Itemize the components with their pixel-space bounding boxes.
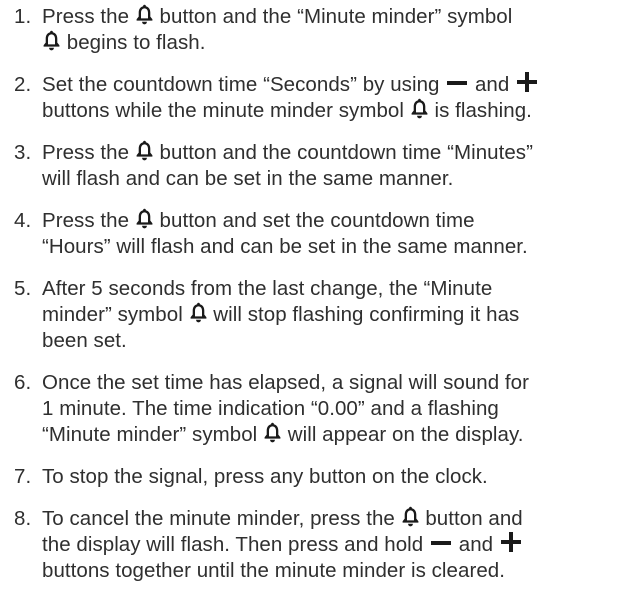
text-segment: button and the “Minute minder” symbol (153, 5, 513, 28)
text-segment: Press the (42, 209, 135, 232)
text-segment: buttons together until the minute minder… (42, 559, 505, 582)
step-1: 1. Press the button and the “Minute mind… (14, 4, 613, 56)
minute-minder-bell-icon (136, 4, 153, 25)
step-text: Set the countdown time “Seconds” by usin… (42, 72, 613, 124)
text-segment: After 5 seconds from the last change, th… (42, 277, 493, 300)
step-number: 6. (14, 371, 32, 394)
minus-icon (447, 81, 468, 85)
step-text: Once the set time has elapsed, a signal … (42, 370, 613, 448)
minute-minder-bell-icon (136, 208, 153, 229)
text-segment: been set. (42, 329, 127, 352)
step-number: 4. (14, 209, 32, 232)
minute-minder-bell-icon (411, 98, 428, 119)
text-segment: Press the (42, 5, 135, 28)
step-2: 2. Set the countdown time “Seconds” by u… (14, 72, 613, 124)
step-number: 5. (14, 277, 32, 300)
text-segment: button and set the countdown time (153, 209, 475, 232)
text-segment: button and (419, 507, 523, 530)
text-segment: To stop the signal, press any button on … (42, 465, 488, 488)
step-number: 2. (14, 73, 32, 96)
step-text: Press the button and the “Minute minder”… (42, 4, 613, 56)
step-3: 3. Press the button and the countdown ti… (14, 140, 613, 192)
text-segment: will flash and can be set in the same ma… (42, 167, 454, 190)
step-text: Press the button and the countdown time … (42, 140, 613, 192)
plus-icon (500, 532, 521, 552)
text-segment: button and the countdown time “Minutes” (153, 141, 533, 164)
text-segment: minder” symbol (42, 303, 189, 326)
instructions-page: 1. Press the button and the “Minute mind… (0, 0, 627, 596)
text-segment: and (453, 533, 499, 556)
text-segment: 1 minute. The time indication “0.00” and… (42, 397, 499, 420)
minute-minder-bell-icon (264, 422, 281, 443)
step-6: 6. Once the set time has elapsed, a sign… (14, 370, 613, 448)
text-segment: will appear on the display. (282, 423, 524, 446)
text-segment: begins to flash. (61, 31, 206, 54)
text-segment: Set the countdown time “Seconds” by usin… (42, 73, 446, 96)
step-5: 5. After 5 seconds from the last change,… (14, 276, 613, 354)
minus-icon (431, 541, 451, 545)
text-segment: “Hours” will flash and can be set in the… (42, 235, 528, 258)
minute-minder-bell-icon (402, 506, 419, 527)
text-segment: To cancel the minute minder, press the (42, 507, 401, 530)
step-number: 1. (14, 5, 32, 28)
minute-minder-steps: 1. Press the button and the “Minute mind… (14, 4, 613, 584)
step-number: 7. (14, 465, 32, 488)
step-number: 3. (14, 141, 32, 164)
minute-minder-bell-icon (136, 140, 153, 161)
step-text: Press the button and set the countdown t… (42, 208, 613, 260)
step-8: 8. To cancel the minute minder, press th… (14, 506, 613, 584)
step-7: 7. To stop the signal, press any button … (14, 464, 613, 490)
text-segment: “Minute minder” symbol (42, 423, 264, 446)
text-segment: buttons while the minute minder symbol (42, 99, 410, 122)
plus-icon (517, 72, 538, 92)
text-segment: Once the set time has elapsed, a signal … (42, 371, 529, 394)
text-segment: Press the (42, 141, 135, 164)
text-segment: the display will flash. Then press and h… (42, 533, 429, 556)
text-segment: and (469, 73, 516, 96)
text-segment: is flashing. (428, 99, 532, 122)
step-text: To cancel the minute minder, press the b… (42, 506, 613, 584)
text-segment: will stop flashing confirming it has (207, 303, 520, 326)
step-text: To stop the signal, press any button on … (42, 464, 613, 490)
step-text: After 5 seconds from the last change, th… (42, 276, 613, 354)
step-number: 8. (14, 507, 32, 530)
minute-minder-bell-icon (43, 30, 60, 51)
step-4: 4. Press the button and set the countdow… (14, 208, 613, 260)
minute-minder-bell-icon (190, 302, 207, 323)
